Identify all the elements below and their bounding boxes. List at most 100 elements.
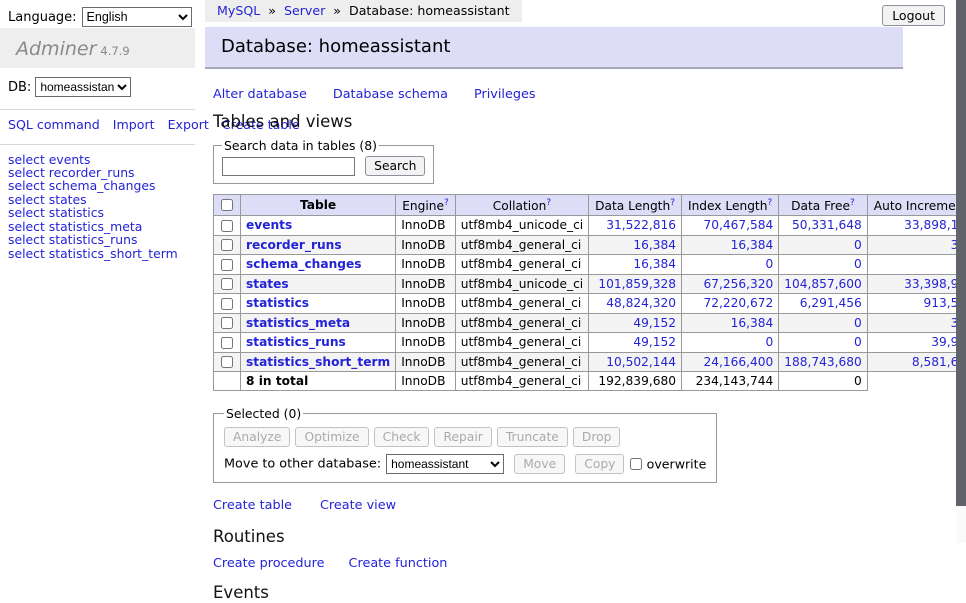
overwrite-checkbox[interactable] <box>630 458 642 470</box>
table-name-cell: statistics_meta <box>241 313 396 333</box>
truncate-button[interactable]: Truncate <box>497 427 568 447</box>
help-link[interactable]: ? <box>546 198 551 208</box>
auto-increment-cell: 378 <box>867 235 966 255</box>
data-length-cell: 10,502,144 <box>589 352 682 372</box>
main-content: Database: homeassistant Alter databaseDa… <box>205 27 903 603</box>
table-link-schema_changes[interactable]: schema_changes <box>246 257 361 271</box>
index-length-link[interactable]: 24,166,400 <box>703 355 773 369</box>
index-length-link[interactable]: 16,384 <box>731 316 774 330</box>
data-length-link[interactable]: 49,152 <box>633 335 676 349</box>
index-length-link[interactable]: 0 <box>765 257 773 271</box>
move-db-select[interactable]: homeassistant <box>386 454 504 474</box>
row-checkbox[interactable] <box>221 337 233 349</box>
index-length-link[interactable]: 72,220,672 <box>703 296 773 310</box>
data-free-link[interactable]: 50,331,648 <box>792 218 862 232</box>
tables-table-body: eventsInnoDButf8mb4_unicode_ci31,522,816… <box>214 216 966 391</box>
move-button[interactable]: Move <box>514 454 565 474</box>
check-button[interactable]: Check <box>374 427 430 447</box>
copy-button[interactable]: Copy <box>575 454 624 474</box>
logout-button[interactable]: Logout <box>882 5 945 26</box>
link-alter-database[interactable]: Alter database <box>213 87 307 102</box>
total-data-free-cell: 0 <box>779 372 868 391</box>
index-length-link[interactable]: 67,256,320 <box>703 277 773 291</box>
routines-title: Routines <box>213 527 903 547</box>
table-link-events[interactable]: events <box>246 218 292 232</box>
table-name-cell: schema_changes <box>241 255 396 275</box>
collation-cell: utf8mb4_general_ci <box>455 235 588 255</box>
row-checkbox[interactable] <box>221 317 233 329</box>
scrollbar-thumb[interactable] <box>956 0 966 506</box>
select-all-checkbox[interactable] <box>221 199 233 211</box>
data-length-link[interactable]: 31,522,816 <box>606 218 676 232</box>
index-length-link[interactable]: 16,384 <box>731 238 774 252</box>
data-free-link[interactable]: 0 <box>854 316 862 330</box>
link-create-view[interactable]: Create view <box>320 498 396 513</box>
auto-increment-cell: 33,898,196 <box>867 216 966 236</box>
data-length-link[interactable]: 101,859,328 <box>598 277 676 291</box>
table-link-statistics[interactable]: statistics <box>246 296 309 310</box>
search-fieldset: Search data in tables (8) Search <box>213 138 434 184</box>
table-link-states[interactable]: states <box>246 277 289 291</box>
data-free-link[interactable]: 188,743,680 <box>784 355 862 369</box>
row-checkbox[interactable] <box>221 259 233 271</box>
data-length-link[interactable]: 16,384 <box>633 238 676 252</box>
repair-button[interactable]: Repair <box>434 427 491 447</box>
auto-increment-cell: 913,577 <box>867 294 966 314</box>
table-link-statistics_meta[interactable]: statistics_meta <box>246 316 350 330</box>
data-length-link[interactable]: 16,384 <box>633 257 676 271</box>
row-checkbox[interactable] <box>221 239 233 251</box>
table-name-cell: states <box>241 274 396 294</box>
index-length-link[interactable]: 70,467,584 <box>703 218 773 232</box>
language-select[interactable]: English <box>82 7 192 27</box>
data-free-link[interactable]: 104,857,600 <box>784 277 862 291</box>
column-header-data-free: Data Free? <box>779 195 868 216</box>
link-create-table[interactable]: Create table <box>213 498 292 513</box>
data-length-link[interactable]: 48,824,320 <box>606 296 676 310</box>
data-free-link[interactable]: 0 <box>854 257 862 271</box>
help-link[interactable]: ? <box>767 198 772 208</box>
link-create-procedure[interactable]: Create procedure <box>213 556 325 571</box>
search-button[interactable]: Search <box>365 156 425 176</box>
index-length-cell: 0 <box>681 333 778 353</box>
help-link[interactable]: ? <box>850 198 855 208</box>
create-links: Create table Create view <box>213 498 903 513</box>
table-link-statistics_runs[interactable]: statistics_runs <box>246 335 346 349</box>
index-length-cell: 72,220,672 <box>681 294 778 314</box>
sidebar-action-import[interactable]: Import <box>113 117 155 132</box>
table-link-recorder_runs[interactable]: recorder_runs <box>246 238 342 252</box>
table-row: recorder_runsInnoDButf8mb4_general_ci16,… <box>214 235 966 255</box>
data-length-link[interactable]: 49,152 <box>633 316 676 330</box>
breadcrumb-item[interactable]: Server <box>284 3 325 18</box>
table-link-statistics_short_term[interactable]: statistics_short_term <box>246 355 390 369</box>
link-privileges[interactable]: Privileges <box>474 87 536 102</box>
breadcrumb-separator: » <box>329 3 345 18</box>
data-length-cell: 16,384 <box>589 235 682 255</box>
data-free-link[interactable]: 0 <box>854 335 862 349</box>
row-checkbox[interactable] <box>221 220 233 232</box>
row-checkbox[interactable] <box>221 278 233 290</box>
sidebar-action-sql-command[interactable]: SQL command <box>8 117 100 132</box>
help-link[interactable]: ? <box>670 198 675 208</box>
analyze-button[interactable]: Analyze <box>224 427 290 447</box>
link-database-schema[interactable]: Database schema <box>333 87 448 102</box>
drop-button[interactable]: Drop <box>573 427 621 447</box>
data-length-link[interactable]: 10,502,144 <box>606 355 676 369</box>
index-length-link[interactable]: 0 <box>765 335 773 349</box>
help-link[interactable]: ? <box>444 198 449 208</box>
db-select[interactable]: homeassistant <box>35 77 131 97</box>
sidebar-link-select-statistics_short_term[interactable]: select statistics_short_term <box>8 246 178 261</box>
data-free-link[interactable]: 0 <box>854 238 862 252</box>
select-all-cell <box>214 195 241 216</box>
auto-increment-cell: 33,398,984 <box>867 274 966 294</box>
selected-fieldset: Selected (0) AnalyzeOptimizeCheckRepairT… <box>213 406 717 483</box>
row-checkbox[interactable] <box>221 298 233 310</box>
collation-cell: utf8mb4_general_ci <box>455 333 588 353</box>
row-checkbox[interactable] <box>221 356 233 368</box>
optimize-button[interactable]: Optimize <box>295 427 368 447</box>
data-free-link[interactable]: 6,291,456 <box>800 296 862 310</box>
link-create-function[interactable]: Create function <box>349 556 448 571</box>
sidebar-action-export[interactable]: Export <box>168 117 209 132</box>
search-input[interactable] <box>222 157 355 176</box>
breadcrumb-item[interactable]: MySQL <box>217 3 260 18</box>
total-engine-cell: InnoDB <box>396 372 456 391</box>
